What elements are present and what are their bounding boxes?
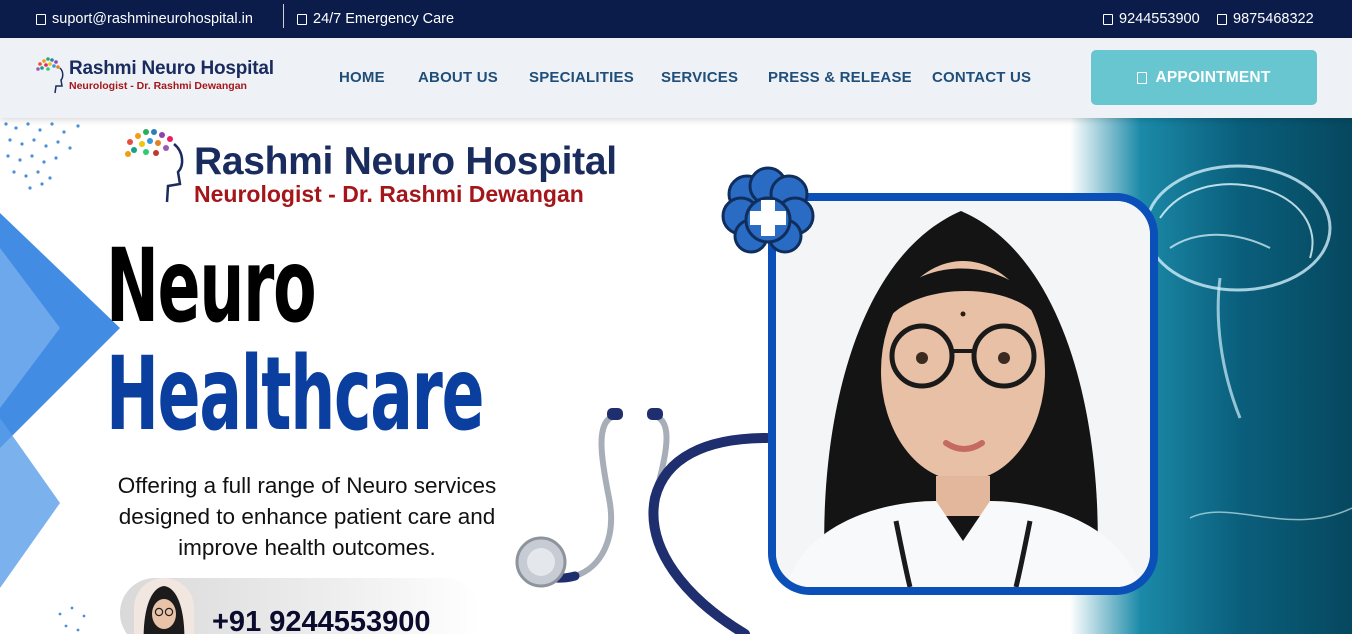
nav-home[interactable]: HOME [339, 69, 385, 86]
logo-subtitle: Neurologist - Dr. Rashmi Dewangan [69, 80, 247, 92]
envelope-icon [36, 13, 46, 25]
brain-logo-icon [125, 129, 184, 203]
nav-press-release[interactable]: PRESS & RELEASE [768, 69, 912, 86]
phone-text-1: 9244553900 [1119, 11, 1200, 27]
divider [283, 4, 284, 28]
main-navbar: Rashmi Neuro Hospital Neurologist - Dr. … [0, 38, 1352, 118]
hero-heading-line2: Healthcare [106, 335, 485, 454]
brain-logo-icon [36, 57, 64, 94]
phone-text-2: 9875468322 [1233, 11, 1314, 27]
nav-services[interactable]: SERVICES [661, 69, 738, 86]
emergency-text: 24/7 Emergency Care [313, 11, 455, 27]
nav-contact-us[interactable]: CONTACT US [932, 69, 1031, 86]
calendar-icon [1137, 71, 1148, 84]
nav-about-us[interactable]: ABOUT US [418, 69, 498, 86]
doctor-portrait [776, 201, 1150, 587]
appointment-button[interactable]: APPOINTMENT [1091, 50, 1317, 105]
phone-icon [1217, 13, 1227, 25]
logo-title: Rashmi Neuro Hospital [69, 58, 274, 79]
hero-banner: Rashmi Neuro Hospital Neurologist - Dr. … [0, 118, 1352, 634]
stethoscope-image [515, 408, 772, 634]
email-link[interactable]: suport@rashmineurohospital.in [36, 0, 253, 38]
phone-link-1[interactable]: 9244553900 [1103, 0, 1200, 38]
hero-description: Offering a full range of Neuro services … [117, 473, 497, 560]
hero-phone-number[interactable]: +91 9244553900 [212, 606, 431, 634]
doctor-avatar [134, 578, 194, 634]
hero-logo: Rashmi Neuro Hospital Neurologist - Dr. … [122, 126, 662, 207]
hero-logo-subtitle: Neurologist - Dr. Rashmi Dewangan [194, 181, 584, 207]
phone-icon [1103, 13, 1113, 25]
phone-link-2[interactable]: 9875468322 [1217, 0, 1314, 38]
nav-specialities[interactable]: SPECIALITIES [529, 69, 634, 86]
doctor-photo [768, 193, 1158, 595]
brain-medical-cross-icon [721, 166, 815, 254]
hero-heading-line1: Neuro [106, 227, 317, 346]
appointment-label: APPOINTMENT [1155, 68, 1271, 86]
clock-icon [297, 13, 307, 25]
site-logo[interactable]: Rashmi Neuro Hospital Neurologist - Dr. … [34, 54, 294, 96]
email-text: suport@rashmineurohospital.in [52, 11, 253, 27]
hero-logo-title: Rashmi Neuro Hospital [194, 140, 617, 183]
top-info-bar: suport@rashmineurohospital.in 24/7 Emerg… [0, 0, 1352, 38]
emergency-info: 24/7 Emergency Care [297, 0, 454, 38]
